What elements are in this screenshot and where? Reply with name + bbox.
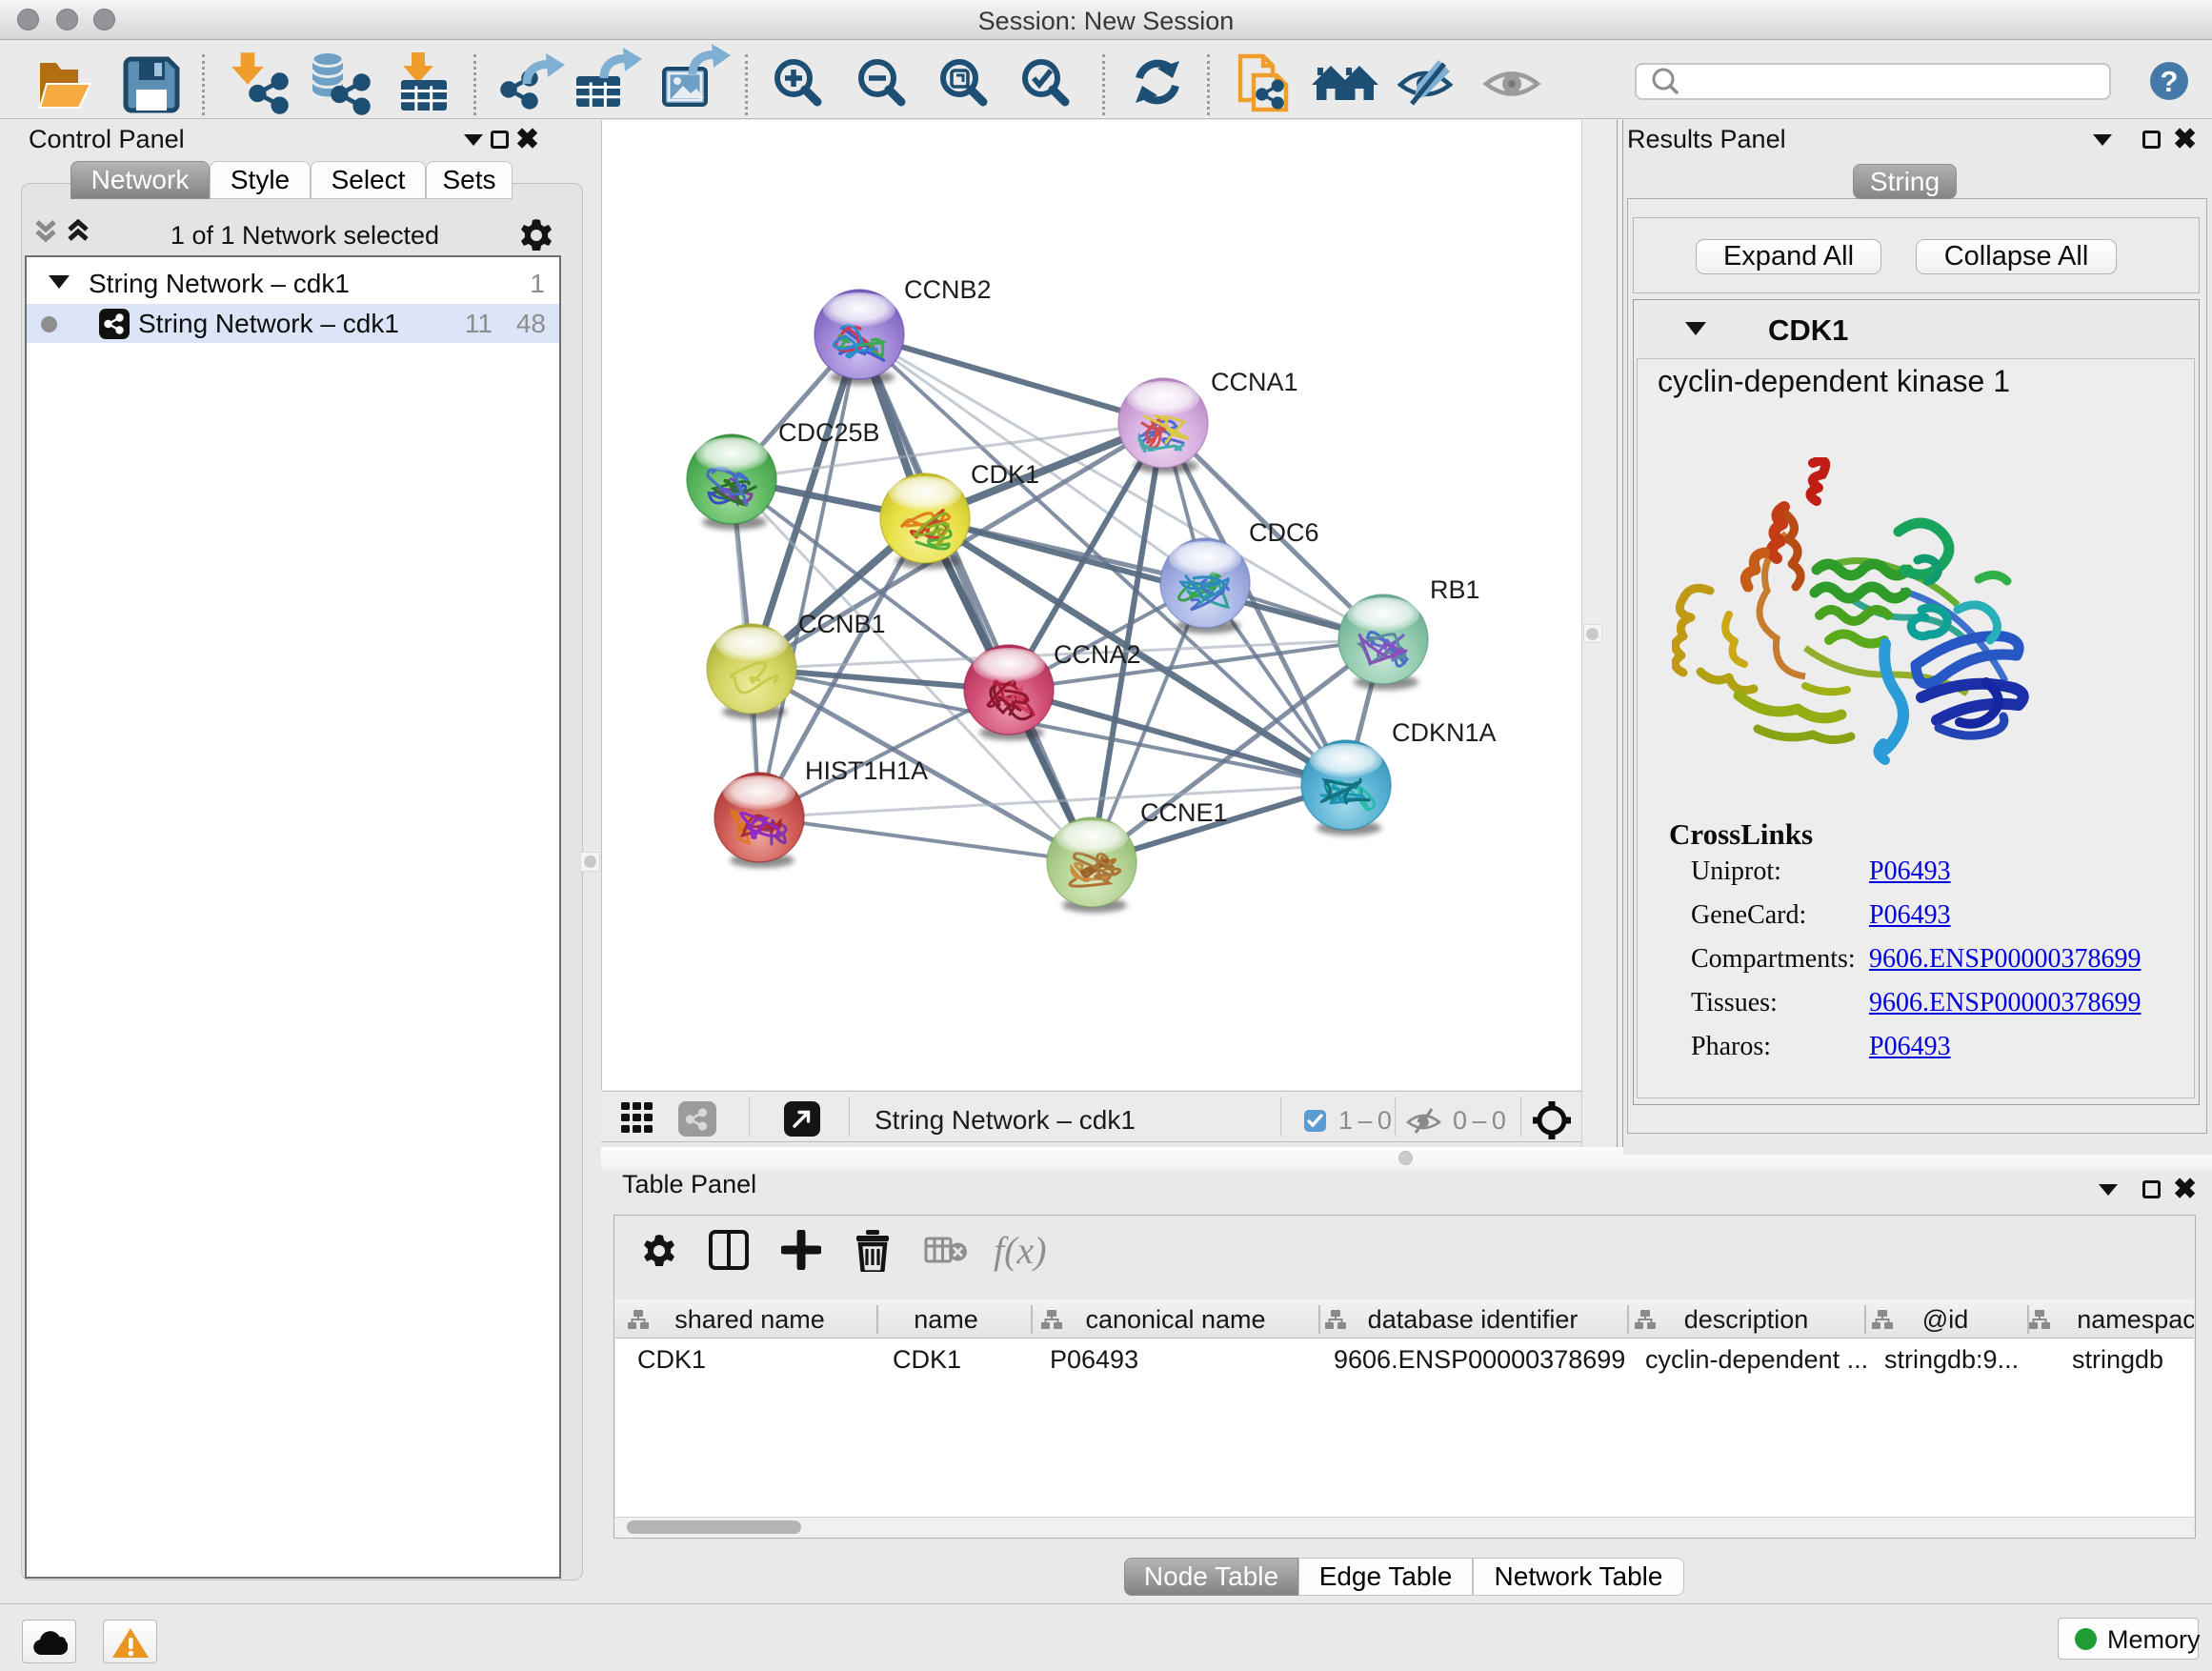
svg-text:CCNE1: CCNE1 <box>1140 798 1228 827</box>
svg-text:CCNA1: CCNA1 <box>1211 368 1298 396</box>
svg-text:CDK1: CDK1 <box>971 460 1039 489</box>
svg-text:?: ? <box>2161 65 2179 98</box>
svg-text:CCNA2: CCNA2 <box>1054 640 1141 669</box>
svg-text:name: name <box>914 1305 978 1334</box>
svg-text:RB1: RB1 <box>1430 575 1480 604</box>
svg-text:CDKN1A: CDKN1A <box>1392 718 1497 747</box>
svg-text:@id: @id <box>1922 1305 1968 1334</box>
svg-text:CCNB2: CCNB2 <box>904 275 992 304</box>
svg-text:HIST1H1A: HIST1H1A <box>805 756 928 785</box>
svg-text:shared name: shared name <box>674 1305 825 1334</box>
svg-text:CDC25B: CDC25B <box>778 418 880 447</box>
svg-text:namespace: namespace <box>2077 1305 2194 1334</box>
svg-text:database identifier: database identifier <box>1368 1305 1579 1334</box>
svg-text:description: description <box>1684 1305 1809 1334</box>
svg-text:canonical name: canonical name <box>1085 1305 1265 1334</box>
svg-text:CCNB1: CCNB1 <box>798 610 886 638</box>
svg-text:CDC6: CDC6 <box>1249 518 1319 547</box>
